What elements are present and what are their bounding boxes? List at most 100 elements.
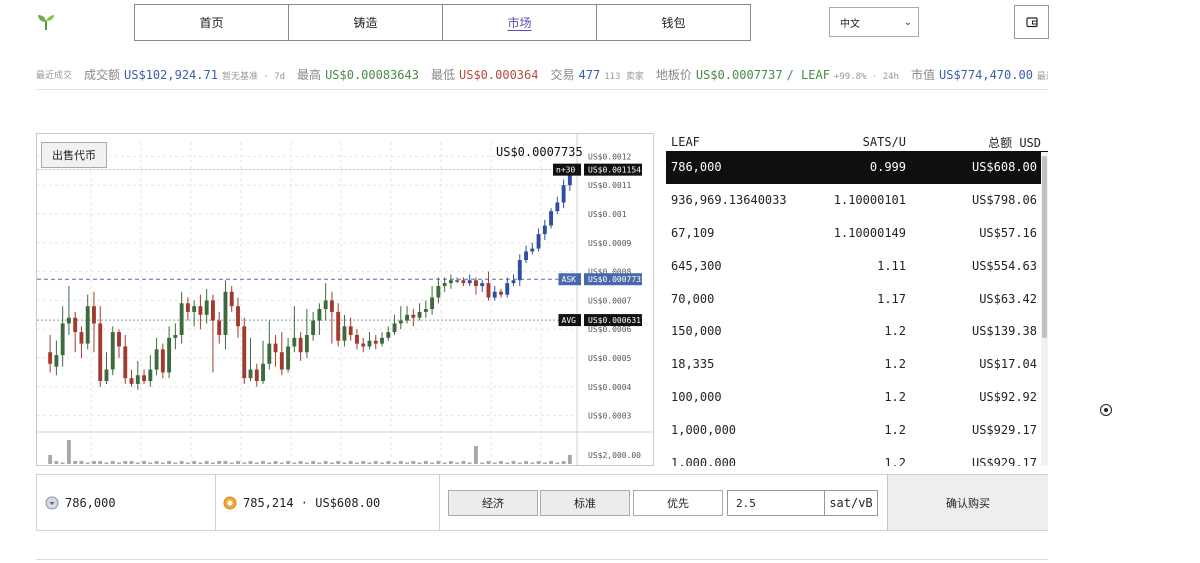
candle-body [348, 326, 353, 335]
volume-bar [511, 461, 516, 464]
marker-price-label: US$0.001154 [588, 166, 641, 175]
candle-body [279, 352, 284, 370]
candle-body [398, 320, 403, 324]
order-row[interactable]: 67,109 1.10000149 US$57.16 [666, 217, 1048, 250]
volume-bar [104, 462, 109, 464]
nav-tab-label: 钱包 [661, 16, 686, 30]
order-row[interactable]: 1,000,000 1.2 US$929.17 [666, 413, 1048, 446]
marker-price-label: US$0.0006317 [588, 316, 646, 325]
order-usd: US$17.04 [979, 357, 1037, 372]
ticker-trades-label: 交易 [550, 68, 575, 82]
target-icon[interactable] [1100, 404, 1112, 416]
candle-body [85, 306, 90, 344]
confirm-purchase-button[interactable]: 确认购买 [887, 475, 1048, 530]
token-icon [45, 496, 59, 509]
candle-body [336, 311, 341, 341]
order-sats: 1.10000149 [833, 225, 906, 240]
chevron-down-icon: ⌄ [903, 16, 912, 28]
price-chart[interactable]: US$0.0012 US$0.0011 US$0.001 US$0.0009 US$0.… [36, 133, 654, 466]
volume-bar [473, 446, 478, 464]
ticker-low-value: US$0.000364 [459, 68, 539, 82]
volume-bar [179, 461, 184, 464]
order-book-scroll-thumb[interactable] [1042, 156, 1047, 338]
volume-bar [242, 462, 247, 464]
order-row[interactable]: 936,969.13640033 1.10000101 US$798.06 [666, 184, 1048, 217]
purchase-panel: 786,000 785,214 · US$608.00 经济 标准 优先 sat… [36, 474, 1048, 531]
candle-body [436, 286, 441, 298]
volume-bar [486, 461, 491, 464]
volume-bar [129, 461, 134, 464]
order-row[interactable]: 786,000 0.999 US$608.00 [666, 151, 1048, 184]
ticker-mcap-note: 最近 [1036, 72, 1048, 82]
candle-body [417, 311, 422, 318]
ticker-volume-note: 暂无基准 · 7d [221, 72, 286, 82]
bitcoin-icon [223, 496, 237, 509]
order-row[interactable]: 70,000 1.17 US$63.42 [666, 282, 1048, 315]
ticker-high: 最高 US$0.00083643 [297, 66, 419, 83]
fee-option-economy[interactable]: 经济 [448, 490, 538, 516]
candle-body [48, 352, 53, 364]
volume-bar [336, 461, 341, 464]
order-leaf: 936,969.13640033 [671, 193, 787, 208]
nav-tab-market[interactable]: 市场 [443, 5, 597, 40]
volume-bar [423, 461, 428, 464]
volume-bar [54, 461, 59, 464]
volume-bar [517, 462, 522, 464]
candle-body [179, 303, 184, 335]
order-leaf: 786,000 [671, 160, 722, 175]
candle-body [104, 369, 109, 382]
ticker-trades: 交易 477 113 卖家 [550, 66, 643, 83]
wallet-button[interactable] [1014, 5, 1049, 39]
nav-tab-home[interactable]: 首页 [135, 5, 289, 40]
volume-bar [430, 462, 435, 464]
volume-bar [223, 461, 228, 464]
order-book-rows: 786,000 0.999 US$608.00 936,969.13640033 1.1… [666, 151, 1048, 466]
candle-body [423, 309, 428, 312]
nav-tab-wallet[interactable]: 钱包 [597, 5, 750, 40]
y-tick-label: US$0.0007 [588, 296, 632, 305]
fee-option-standard[interactable]: 标准 [540, 490, 630, 516]
marker-tag-label: n+30 [556, 166, 575, 175]
candle-body [135, 375, 140, 384]
order-book-header: LEAF SATS/U 总额 USD [666, 133, 1048, 151]
candle-body [386, 332, 391, 338]
fee-rate-input[interactable] [727, 490, 825, 516]
order-book: LEAF SATS/U 总额 USD 786,000 0.999 US$608.00… [666, 133, 1048, 466]
btc-amount-value: 785,214 · US$608.00 [243, 495, 381, 510]
ticker-floor-note: +99.8% · 24h [833, 72, 899, 82]
nav-tab-mint[interactable]: 铸造 [289, 5, 443, 40]
order-row[interactable]: 100,000 1.2 US$92.92 [666, 381, 1048, 414]
sprout-icon[interactable] [36, 12, 56, 32]
order-sats: 1.10000101 [833, 193, 906, 208]
ticker-trades-note: 113 卖家 [604, 72, 644, 82]
order-row[interactable]: 645,300 1.11 US$554.63 [666, 249, 1048, 282]
order-usd: US$92.92 [979, 389, 1037, 404]
volume-bar [154, 461, 159, 464]
order-row[interactable]: 1,000,000 1.2 US$929.17 [666, 446, 1048, 466]
order-row[interactable]: 150,000 1.2 US$139.38 [666, 315, 1048, 348]
volume-bar [530, 462, 535, 464]
candle-body [66, 317, 71, 324]
y-tick-label: US$0.0012 [588, 152, 632, 161]
ticker-trades-value: 477 [578, 68, 601, 82]
candle-body [160, 349, 165, 373]
volume-bar [380, 462, 384, 464]
y-tick-label: US$0.0003 [588, 412, 632, 421]
marker-price-label: US$0.0007735 [588, 275, 646, 284]
order-leaf: 1,000,000 [671, 422, 737, 437]
language-select[interactable]: 中文 ⌄ [829, 7, 919, 37]
fee-option-priority[interactable]: 优先 [633, 490, 723, 516]
candle-body [254, 369, 259, 382]
candlestick-chart[interactable]: US$0.0012 US$0.0011 US$0.001 US$0.0009 US$0.… [37, 134, 654, 466]
candle-body [236, 306, 240, 327]
volume-bar [386, 461, 391, 464]
candle-body [223, 291, 228, 335]
sell-token-button[interactable]: 出售代币 [41, 142, 107, 168]
volume-bar [248, 461, 253, 464]
candle-body [98, 323, 103, 382]
order-sats: 1.2 [884, 324, 906, 339]
y-tick-label: US$0.001 [588, 210, 627, 219]
order-row[interactable]: 18,335 1.2 US$17.04 [666, 348, 1048, 381]
volume-bar [499, 461, 503, 464]
candle-body [148, 369, 153, 382]
